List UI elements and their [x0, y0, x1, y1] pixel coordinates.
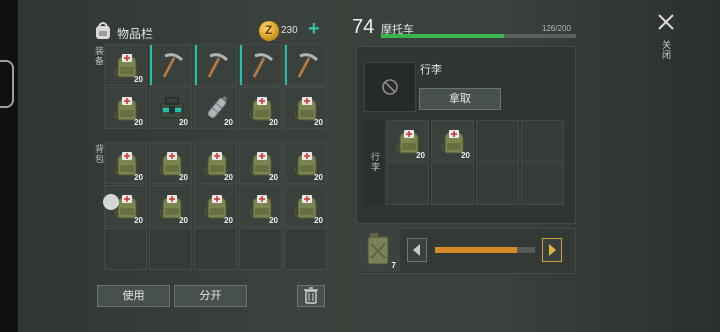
pickaxe-icon [207, 53, 229, 78]
durability-indicator [195, 45, 197, 85]
fuel-decrease-button[interactable] [407, 238, 427, 262]
close-label: 关闭 [661, 40, 671, 60]
vehicle-capacity: 126/200 [542, 24, 571, 33]
add-coins-button[interactable]: + [308, 19, 320, 39]
luggage-slot[interactable] [386, 163, 429, 205]
backpack-slot[interactable]: 20 [194, 142, 237, 184]
use-button[interactable]: 使用 [97, 285, 170, 307]
vehicle-level: 74 [352, 16, 375, 38]
backpack-slot[interactable]: 20 [194, 185, 237, 227]
item-qty: 20 [461, 151, 470, 160]
inventory-header: 物品栏 Z 230 + [94, 18, 330, 46]
backpack-slot[interactable] [194, 228, 237, 270]
item-qty: 20 [179, 216, 188, 225]
trash-icon [304, 287, 318, 304]
capacity-bar [381, 34, 576, 38]
capacity-bar-fill [381, 34, 504, 38]
backpack-slot[interactable] [104, 228, 147, 270]
fuel-increase-button[interactable] [542, 238, 562, 262]
item-qty: 20 [416, 151, 425, 160]
split-button[interactable]: 分开 [174, 285, 247, 307]
item-qty: 20 [224, 216, 233, 225]
backpack-slot[interactable]: 20 [149, 185, 192, 227]
fuel-slot[interactable]: 7 [356, 228, 400, 272]
arrow-right-icon [549, 244, 556, 256]
item-qty: 20 [314, 118, 323, 127]
durability-indicator [285, 45, 287, 85]
backpack-slot[interactable]: 20 [104, 142, 147, 184]
item-qty: 20 [314, 173, 323, 182]
fuel-slider[interactable] [435, 247, 535, 253]
item-qty: 20 [134, 216, 143, 225]
luggage-slot[interactable]: 20 [386, 120, 429, 162]
take-button[interactable]: 拿取 [419, 88, 501, 110]
backpack-grid: 20 20 20 20 20 20 20 20 20 20 [103, 142, 328, 270]
equip-slot[interactable] [194, 44, 237, 86]
item-qty: 20 [179, 118, 188, 127]
inventory-title: 物品栏 [117, 27, 154, 41]
equip-slot[interactable] [149, 44, 192, 86]
item-qty: 20 [134, 118, 143, 127]
selection-dot [103, 194, 119, 210]
equip-slot[interactable]: 20 [104, 87, 147, 129]
item-qty: 20 [269, 173, 278, 182]
luggage-title: 行李 [420, 64, 442, 76]
backpack-slot[interactable]: 20 [284, 142, 327, 184]
backpack-slot[interactable] [239, 228, 282, 270]
coin-icon: Z [259, 21, 279, 41]
equip-grid: 20 20 20 20 20 20 [104, 44, 328, 129]
equip-slot[interactable]: 20 [284, 87, 327, 129]
coin-glyph: Z [265, 23, 273, 37]
close-icon [658, 14, 674, 30]
coin-count: 230 [281, 25, 298, 36]
item-qty: 20 [134, 173, 143, 182]
equip-slot[interactable] [284, 44, 327, 86]
pickaxe-icon [297, 53, 319, 78]
luggage-slot[interactable] [476, 120, 519, 162]
close-button[interactable] [656, 12, 676, 34]
item-qty: 20 [134, 75, 143, 84]
backpack-slot[interactable] [284, 228, 327, 270]
luggage-slot[interactable] [476, 163, 519, 205]
backpack-slot[interactable]: 20 [239, 142, 282, 184]
luggage-slot[interactable]: 20 [431, 120, 474, 162]
luggage-slot[interactable] [431, 163, 474, 205]
trash-button[interactable] [297, 285, 325, 307]
backpack-icon [96, 22, 110, 39]
pickaxe-icon [162, 53, 184, 78]
equip-slot[interactable] [239, 44, 282, 86]
screen-edge [0, 0, 18, 332]
backpack-slot[interactable]: 20 [239, 185, 282, 227]
durability-indicator [150, 45, 152, 85]
luggage-slot[interactable] [521, 120, 564, 162]
item-qty: 20 [269, 216, 278, 225]
item-qty: 20 [269, 118, 278, 127]
luggage-side-tab: 行李 [364, 120, 384, 206]
fuel-qty: 7 [391, 261, 396, 270]
item-qty: 20 [314, 216, 323, 225]
luggage-slot[interactable] [521, 163, 564, 205]
edge-handle [0, 60, 14, 108]
luggage-preview [364, 62, 416, 112]
pickaxe-icon [252, 53, 274, 78]
backpack-slot[interactable] [149, 228, 192, 270]
durability-indicator [240, 45, 242, 85]
backpack-slot[interactable]: 20 [103, 185, 147, 227]
fuel-slider-fill [435, 247, 517, 253]
equip-slot[interactable]: 20 [239, 87, 282, 129]
backpack-slot[interactable]: 20 [149, 142, 192, 184]
luggage-side-label: 行李 [370, 152, 380, 172]
equip-slot[interactable]: 20 [104, 44, 147, 86]
luggage-grid: 20 20 [386, 120, 565, 205]
item-qty: 20 [224, 118, 233, 127]
equip-slot[interactable]: 20 [194, 87, 237, 129]
equip-slot[interactable]: 20 [149, 87, 192, 129]
arrow-left-icon [413, 244, 420, 256]
backpack-slot[interactable]: 20 [284, 185, 327, 227]
prohibited-icon [382, 79, 398, 95]
item-qty: 20 [179, 173, 188, 182]
item-qty: 20 [224, 173, 233, 182]
